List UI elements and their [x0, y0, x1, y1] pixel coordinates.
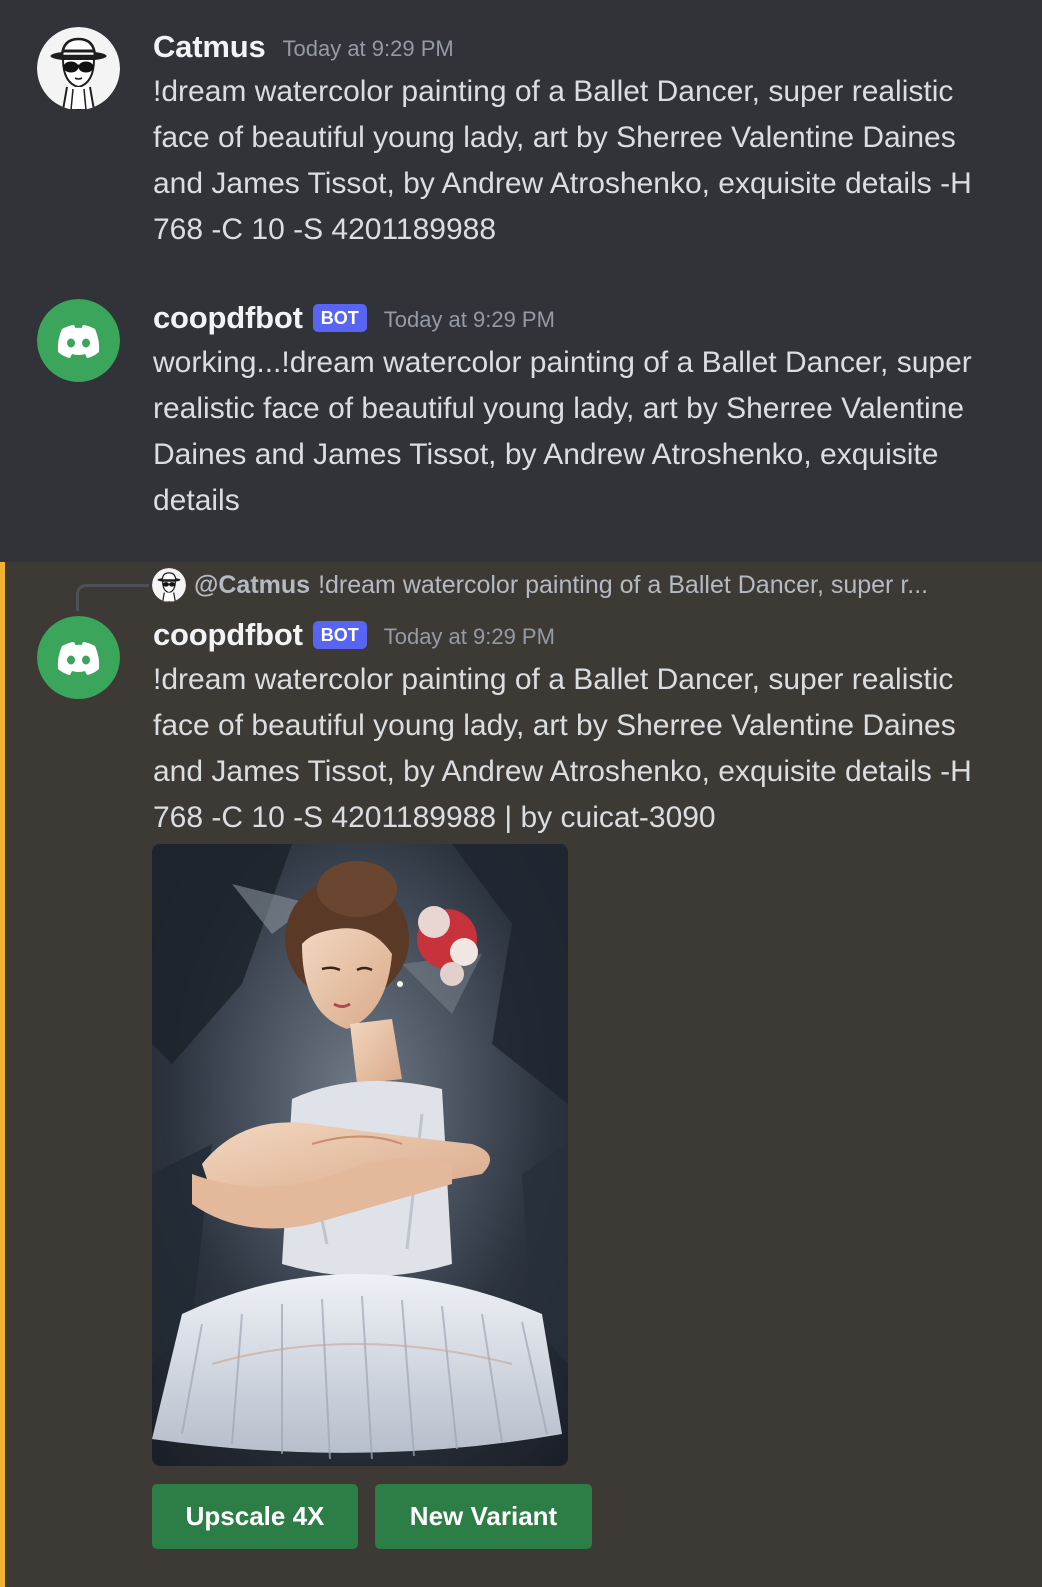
- chat-window: Catmus Today at 9:29 PM !dream watercolo…: [0, 0, 1042, 1587]
- timestamp: Today at 9:29 PM: [383, 307, 555, 332]
- reply-connector-line: [76, 584, 149, 611]
- message-text: !dream watercolor painting of a Ballet D…: [153, 75, 972, 246]
- username[interactable]: coopdfbot: [153, 617, 303, 653]
- message-header: coopdfbot BOT Today at 9:29 PM: [153, 299, 996, 337]
- action-button-row: Upscale 4X New Variant: [152, 1484, 592, 1549]
- mention-highlight-bar: [0, 562, 5, 1587]
- bot-badge: BOT: [312, 304, 367, 332]
- upscale-4x-button[interactable]: Upscale 4X: [152, 1484, 358, 1549]
- reply-mention[interactable]: @Catmus: [194, 571, 310, 600]
- username[interactable]: coopdfbot: [153, 300, 303, 336]
- message-header: coopdfbot BOT Today at 9:29 PM: [153, 616, 996, 654]
- discord-logo-icon[interactable]: [37, 616, 120, 699]
- message-content: coopdfbot BOT Today at 9:29 PM !dream wa…: [153, 616, 996, 841]
- reply-reference[interactable]: @Catmus !dream watercolor painting of a …: [152, 568, 1002, 602]
- bot-badge: BOT: [312, 621, 367, 649]
- cat-avatar-icon[interactable]: [37, 27, 120, 110]
- message-text: !dream watercolor painting of a Ballet D…: [153, 663, 972, 834]
- message-content: Catmus Today at 9:29 PM !dream watercolo…: [153, 28, 996, 253]
- reply-cat-avatar-icon: [152, 568, 186, 602]
- message-header: Catmus Today at 9:29 PM: [153, 28, 996, 66]
- reply-preview-text: !dream watercolor painting of a Ballet D…: [318, 570, 929, 599]
- discord-logo-icon[interactable]: [37, 299, 120, 382]
- message-text: working...!dream watercolor painting of …: [153, 346, 972, 517]
- timestamp: Today at 9:29 PM: [383, 624, 555, 649]
- generated-image-attachment[interactable]: [152, 844, 568, 1466]
- new-variant-button[interactable]: New Variant: [375, 1484, 592, 1549]
- message-content: coopdfbot BOT Today at 9:29 PM working..…: [153, 299, 996, 524]
- username[interactable]: Catmus: [153, 29, 266, 65]
- timestamp: Today at 9:29 PM: [282, 36, 454, 61]
